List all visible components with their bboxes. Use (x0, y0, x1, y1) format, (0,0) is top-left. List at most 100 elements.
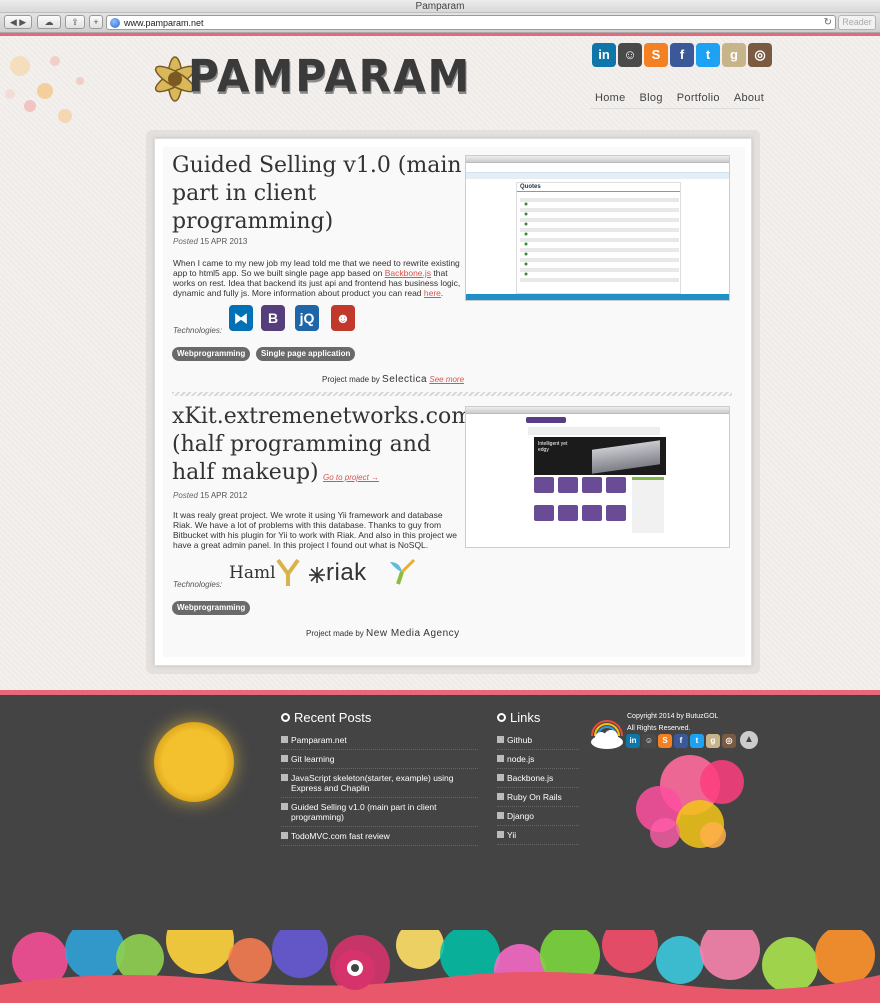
share-button[interactable]: ⇪ (65, 15, 85, 29)
facebook-icon[interactable]: f (674, 734, 688, 748)
browser-toolbar: ◀ ▶ ☁ ⇪ + www.pamparam.net ↻ Reader (0, 13, 880, 33)
tile (558, 477, 578, 493)
footer-link-rails[interactable]: Ruby On Rails (497, 788, 579, 807)
recent-post-link[interactable]: Guided Selling v1.0 (main part in client… (281, 798, 478, 827)
date-value: 15 APR 2012 (200, 491, 248, 500)
screenshot-quotes-panel: Quotes (516, 182, 681, 294)
screenshot-footer-bar (466, 294, 729, 300)
address-bar[interactable]: www.pamparam.net ↻ (106, 15, 836, 30)
tag-webprogramming[interactable]: Webprogramming (172, 347, 251, 361)
tag-single-page-application[interactable]: Single page application (256, 347, 356, 361)
goodreads-icon[interactable]: g (706, 734, 720, 748)
tile (582, 477, 602, 493)
footer-accent-line (0, 690, 880, 695)
post-date: Posted 15 APR 2013 (173, 237, 247, 246)
site-logo[interactable]: PAMPARAM (146, 44, 516, 114)
screenshot-browser-bar (466, 156, 729, 163)
new-tab-button[interactable]: + (89, 15, 103, 29)
footer-link-github[interactable]: Github (497, 731, 579, 750)
sun-decoration (154, 722, 234, 802)
screenshot-menu (466, 173, 729, 179)
twitter-icon[interactable]: t (690, 734, 704, 748)
screenshot-tiles (534, 477, 626, 497)
post-title-line: xKit.extremenetworks.com (172, 404, 473, 429)
date-value: 15 APR 2013 (200, 237, 248, 246)
links-heading: Links (497, 710, 540, 725)
twitter-icon[interactable]: t (696, 43, 720, 67)
nav-about[interactable]: About (734, 92, 764, 104)
post-title-line: (half programming and (172, 432, 431, 457)
instagram-icon[interactable]: ◎ (748, 43, 772, 67)
jquery-icon: jQ (295, 305, 319, 331)
screenshot-sidebar (632, 477, 664, 533)
window-title: Pamparam (0, 0, 880, 13)
footer-link-nodejs[interactable]: node.js (497, 750, 579, 769)
footer-link-backbone[interactable]: Backbone.js (497, 769, 579, 788)
stackoverflow-icon[interactable]: S (658, 734, 672, 748)
scroll-to-top-button[interactable]: ▲ (740, 731, 758, 749)
company-name: New Media Agency (366, 628, 460, 639)
globe-icon (110, 18, 120, 28)
copyright: Copyright 2014 by ButuzGOL All Rights Re… (627, 711, 718, 735)
post-title[interactable]: Guided Selling v1.0 (main part in client… (172, 152, 462, 236)
icloud-tabs-button[interactable]: ☁ (37, 15, 61, 29)
heading-text: Links (510, 710, 541, 725)
riak-logo: riak (326, 559, 367, 586)
nav-blog[interactable]: Blog (640, 92, 663, 104)
github-icon[interactable]: ☺ (642, 734, 656, 748)
logo-text: PAMPARAM (188, 50, 472, 103)
screenshot-hero: Intelligent yet edgy (534, 437, 666, 475)
github-icon[interactable]: ☺ (618, 43, 642, 67)
project-screenshot[interactable]: Intelligent yet edgy (465, 406, 730, 548)
nav-portfolio[interactable]: Portfolio (677, 92, 720, 104)
back-forward-buttons[interactable]: ◀ ▶ (4, 15, 32, 29)
haml-logo: Haml (229, 563, 276, 583)
decorative-circle (700, 822, 726, 848)
post-title-line: Guided Selling v1.0 (main (172, 153, 462, 178)
recent-post-link[interactable]: JavaScript skeleton(starter, example) us… (281, 769, 478, 798)
posted-label: Posted (173, 237, 198, 246)
tile (558, 505, 578, 521)
recent-post-link[interactable]: Pamparam.net (281, 731, 478, 750)
recent-post-link[interactable]: Git learning (281, 750, 478, 769)
post-body: It was realy great project. We wrote it … (173, 510, 457, 550)
footer-link-django[interactable]: Django (497, 807, 579, 826)
linkedin-icon[interactable]: in (592, 43, 616, 67)
linkedin-icon[interactable]: in (626, 734, 640, 748)
posted-label: Posted (173, 491, 198, 500)
rainbow-cloud-icon (591, 720, 623, 749)
goodreads-icon[interactable]: g (722, 43, 746, 67)
recent-post-link[interactable]: TodoMVC.com fast review (281, 827, 478, 846)
backbone-icon: ⧓ (229, 305, 253, 331)
reload-icon[interactable]: ↻ (824, 16, 832, 29)
tile (606, 477, 626, 493)
screenshot-logo (526, 417, 566, 423)
decorative-bubbles (5, 56, 84, 123)
tile (606, 505, 626, 521)
technologies-label: Technologies: (173, 580, 223, 589)
made-by-label: Project made by (322, 375, 380, 384)
footer-link-yii[interactable]: Yii (497, 826, 579, 845)
backbone-link[interactable]: Backbone.js (385, 268, 431, 278)
facebook-icon[interactable]: f (670, 43, 694, 67)
yii-icon (390, 558, 416, 585)
instagram-icon[interactable]: ◎ (722, 734, 736, 748)
here-link[interactable]: here (424, 288, 441, 298)
stackoverflow-icon[interactable]: S (644, 43, 668, 67)
recent-posts-heading: Recent Posts (281, 710, 371, 725)
grunt-icon: ☻ (331, 305, 355, 331)
tag-webprogramming[interactable]: Webprogramming (172, 601, 251, 615)
tile (534, 505, 554, 521)
recent-posts-list: Pamparam.net Git learning JavaScript ske… (281, 731, 478, 846)
see-more-link[interactable]: See more (429, 375, 464, 384)
technologies-label: Technologies: (173, 326, 223, 335)
decorative-circle (650, 818, 680, 848)
nav-home[interactable]: Home (595, 92, 626, 104)
reader-button[interactable]: Reader (838, 15, 876, 30)
company-name: Selectica (382, 374, 428, 385)
go-to-project-link[interactable]: Go to project → (323, 473, 379, 482)
tile (582, 505, 602, 521)
url-text: www.pamparam.net (124, 18, 204, 28)
tile (534, 477, 554, 493)
project-screenshot[interactable]: Quotes (465, 155, 730, 301)
